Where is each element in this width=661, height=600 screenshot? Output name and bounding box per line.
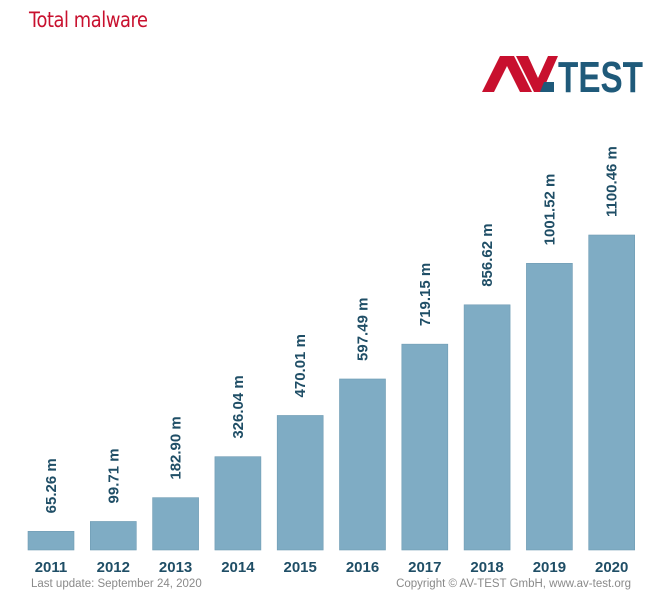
x-tick-label-2012: 2012 — [97, 559, 130, 576]
x-tick-label-2017: 2017 — [408, 559, 441, 576]
bar-2020 — [588, 234, 636, 551]
x-tick-label-2013: 2013 — [159, 559, 192, 576]
bar-chart: 65.26 m 99.71 m 182.90 m 326.04 m 470.01 m 59… — [27, 146, 636, 576]
x-tick-label-2019: 2019 — [533, 559, 566, 576]
bar-2017 — [401, 343, 449, 551]
x-tick-label-2015: 2015 — [284, 559, 317, 576]
x-tick-label-2016: 2016 — [346, 559, 379, 576]
data-label-2017: 719.15 m — [417, 263, 434, 326]
data-label-2014: 326.04 m — [230, 375, 247, 438]
bar-2015 — [276, 415, 324, 551]
bar-2012 — [90, 521, 137, 551]
data-label-2016: 597.49 m — [355, 298, 372, 361]
x-tick-label-2018: 2018 — [470, 559, 503, 576]
x-tick-label-2014: 2014 — [221, 559, 255, 576]
bar-2014 — [214, 456, 262, 551]
copyright-text: Copyright © AV-TEST GmbH, www.av-test.or… — [396, 578, 631, 590]
x-tick-label-2011: 2011 — [35, 559, 68, 576]
data-label-2019: 1001.52 m — [541, 174, 558, 246]
data-label-2018: 856.62 m — [479, 223, 496, 286]
last-update-text: Last update: September 24, 2020 — [31, 578, 202, 590]
bar-2013 — [152, 497, 199, 551]
data-label-2015: 470.01 m — [292, 334, 309, 397]
data-label-2012: 99.71 m — [105, 448, 122, 503]
data-label-2020: 1100.46 m — [604, 146, 621, 217]
data-label-2011: 65.26 m — [43, 458, 60, 513]
bar-2016 — [339, 378, 386, 551]
x-tick-label-2020: 2020 — [595, 559, 628, 576]
data-label-2013: 182.90 m — [168, 416, 185, 479]
bar-2019 — [526, 263, 573, 551]
bar-2011 — [27, 531, 75, 551]
bar-2018 — [463, 304, 511, 551]
